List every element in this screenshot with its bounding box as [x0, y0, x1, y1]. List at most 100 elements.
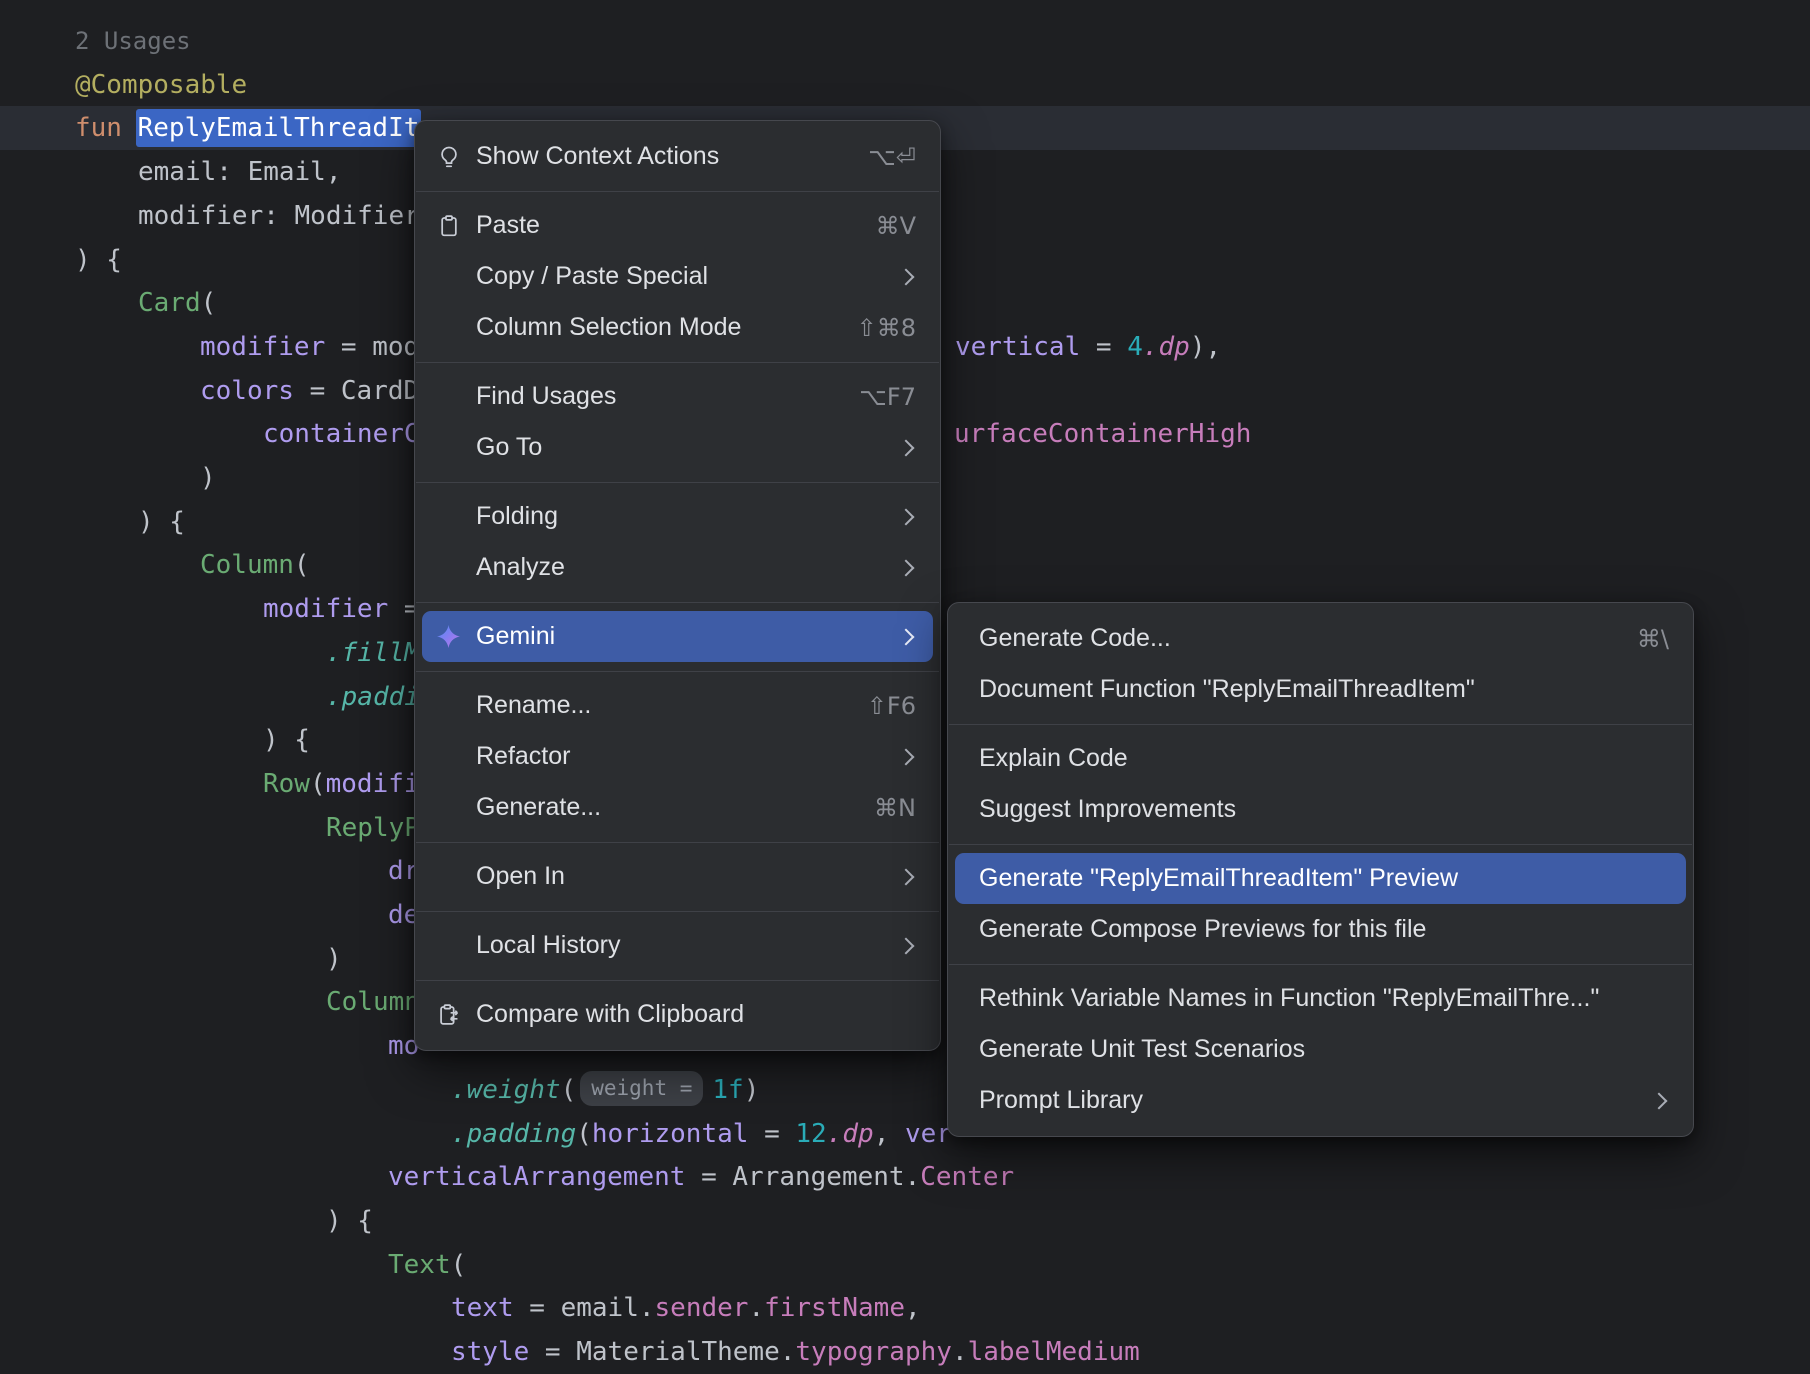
- code-line[interactable]: .weight(weight =1f): [451, 1068, 759, 1112]
- menu-item-generate-replyemailthreaditem-preview[interactable]: Generate "ReplyEmailThreadItem" Preview: [955, 853, 1686, 904]
- code-token[interactable]: colors: [200, 376, 294, 406]
- menu-item-copy-paste-special[interactable]: Copy / Paste Special: [422, 251, 933, 302]
- code-token[interactable]: Center: [920, 1162, 1014, 1192]
- menu-item-refactor[interactable]: Refactor: [422, 731, 933, 782]
- code-line[interactable]: ReplyP: [326, 806, 420, 850]
- code-token[interactable]: (: [201, 288, 217, 318]
- code-token[interactable]: ) {: [138, 507, 185, 537]
- code-token[interactable]: .dp: [1143, 332, 1190, 362]
- code-token[interactable]: email: Email,: [138, 157, 342, 187]
- code-token[interactable]: 1f: [712, 1075, 743, 1105]
- code-line[interactable]: text = email.sender.firstName,: [451, 1286, 921, 1330]
- menu-item-paste[interactable]: Paste⌘V: [422, 200, 933, 251]
- code-line[interactable]: .fillM: [326, 631, 420, 675]
- code-line[interactable]: vertical = 4.dp),: [955, 325, 1221, 369]
- code-token[interactable]: containerC: [263, 419, 420, 449]
- code-token[interactable]: Column: [326, 987, 420, 1017]
- code-token[interactable]: .: [952, 1337, 968, 1367]
- code-token[interactable]: ): [200, 463, 216, 493]
- code-token[interactable]: (: [294, 550, 310, 580]
- menu-item-generate-unit-test-scenarios[interactable]: Generate Unit Test Scenarios: [955, 1024, 1686, 1075]
- inline-parameter-hint[interactable]: weight =: [580, 1071, 703, 1106]
- code-line[interactable]: modifier: Modifier: [138, 194, 420, 238]
- menu-item-generate-compose-previews-for-this-file[interactable]: Generate Compose Previews for this file: [955, 904, 1686, 955]
- usages-hint[interactable]: 2 Usages: [75, 27, 191, 55]
- code-token[interactable]: (: [451, 1250, 467, 1280]
- code-token[interactable]: modifi: [326, 769, 420, 799]
- menu-item-suggest-improvements[interactable]: Suggest Improvements: [955, 784, 1686, 835]
- code-token[interactable]: ) {: [75, 245, 122, 275]
- code-token[interactable]: .paddi: [326, 682, 420, 712]
- code-token[interactable]: =: [748, 1119, 795, 1149]
- menu-item-column-selection-mode[interactable]: Column Selection Mode⇧⌘8: [422, 302, 933, 353]
- code-token[interactable]: vertical: [955, 332, 1080, 362]
- code-line[interactable]: email: Email,: [138, 150, 342, 194]
- code-token[interactable]: Row: [263, 769, 310, 799]
- menu-item-show-context-actions[interactable]: Show Context Actions⌥⏎: [422, 131, 933, 182]
- code-line[interactable]: ) {: [263, 718, 310, 762]
- code-token[interactable]: Card: [138, 288, 201, 318]
- code-line[interactable]: Row(modifi: [263, 762, 420, 806]
- code-token[interactable]: .fillM: [326, 638, 420, 668]
- code-token[interactable]: = email.: [514, 1293, 655, 1323]
- code-token[interactable]: = CardD: [294, 376, 419, 406]
- menu-item-prompt-library[interactable]: Prompt Library: [955, 1075, 1686, 1126]
- menu-item-local-history[interactable]: Local History: [422, 920, 933, 971]
- code-line[interactable]: fun ReplyEmailThreadIt: [75, 106, 419, 150]
- code-token[interactable]: verticalArrangement: [388, 1162, 685, 1192]
- code-token[interactable]: .: [748, 1293, 764, 1323]
- code-token[interactable]: ): [744, 1075, 760, 1105]
- menu-item-rethink-variable-names-in-function-replyemailthre[interactable]: Rethink Variable Names in Function "Repl…: [955, 973, 1686, 1024]
- code-line[interactable]: modifier = mod: [200, 325, 419, 369]
- code-line[interactable]: ): [200, 456, 216, 500]
- menu-item-open-in[interactable]: Open In: [422, 851, 933, 902]
- code-line[interactable]: modifier =: [263, 587, 420, 631]
- code-token[interactable]: = MaterialTheme.: [529, 1337, 795, 1367]
- code-token[interactable]: firstName: [764, 1293, 905, 1323]
- code-token[interactable]: modifier: Modifier: [138, 201, 420, 231]
- code-token[interactable]: ) {: [326, 1206, 373, 1236]
- selected-function-name[interactable]: ReplyEmailThreadIt: [136, 109, 422, 147]
- code-line[interactable]: Card(: [138, 281, 216, 325]
- code-token[interactable]: modifier: [263, 594, 388, 624]
- code-token[interactable]: modifier: [200, 332, 325, 362]
- menu-item-analyze[interactable]: Analyze: [422, 542, 933, 593]
- code-token[interactable]: =: [1080, 332, 1127, 362]
- menu-item-document-function-replyemailthreaditem[interactable]: Document Function "ReplyEmailThreadItem": [955, 664, 1686, 715]
- code-line[interactable]: .padding(horizontal = 12.dp, ver: [451, 1112, 952, 1156]
- code-line[interactable]: ) {: [138, 500, 185, 544]
- code-token[interactable]: ),: [1190, 332, 1221, 362]
- code-token[interactable]: ): [326, 944, 342, 974]
- code-token[interactable]: text: [451, 1293, 514, 1323]
- code-token[interactable]: horizontal: [592, 1119, 749, 1149]
- code-line[interactable]: ) {: [326, 1199, 373, 1243]
- code-line[interactable]: Column: [326, 980, 420, 1024]
- code-token[interactable]: .dp: [827, 1119, 874, 1149]
- code-token[interactable]: (: [576, 1119, 592, 1149]
- code-line[interactable]: containerC: [263, 412, 420, 456]
- code-token[interactable]: .weight: [451, 1075, 561, 1105]
- code-line[interactable]: urfaceContainerHigh: [954, 412, 1251, 456]
- code-line[interactable]: ) {: [75, 238, 122, 282]
- code-token[interactable]: = Arrangement.: [685, 1162, 920, 1192]
- code-token[interactable]: labelMedium: [968, 1337, 1140, 1367]
- menu-item-generate[interactable]: Generate...⌘N: [422, 782, 933, 833]
- menu-item-explain-code[interactable]: Explain Code: [955, 733, 1686, 784]
- code-token[interactable]: (: [310, 769, 326, 799]
- menu-item-generate-code[interactable]: Generate Code...⌘\: [955, 613, 1686, 664]
- menu-item-folding[interactable]: Folding: [422, 491, 933, 542]
- menu-item-rename[interactable]: Rename...⇧F6: [422, 680, 933, 731]
- code-token[interactable]: @Composable: [75, 70, 247, 100]
- code-token[interactable]: sender: [655, 1293, 749, 1323]
- code-token[interactable]: ver: [905, 1119, 952, 1149]
- code-token[interactable]: Column: [200, 550, 294, 580]
- code-token[interactable]: .padding: [451, 1119, 576, 1149]
- code-token[interactable]: Text: [388, 1250, 451, 1280]
- code-token[interactable]: style: [451, 1337, 529, 1367]
- code-line[interactable]: Column(: [200, 543, 310, 587]
- code-line[interactable]: 2 Usages: [75, 19, 191, 63]
- code-line[interactable]: .paddi: [326, 675, 420, 719]
- code-token[interactable]: ,: [874, 1119, 905, 1149]
- code-token[interactable]: ,: [905, 1293, 921, 1323]
- code-line[interactable]: style = MaterialTheme.typography.labelMe…: [451, 1330, 1140, 1374]
